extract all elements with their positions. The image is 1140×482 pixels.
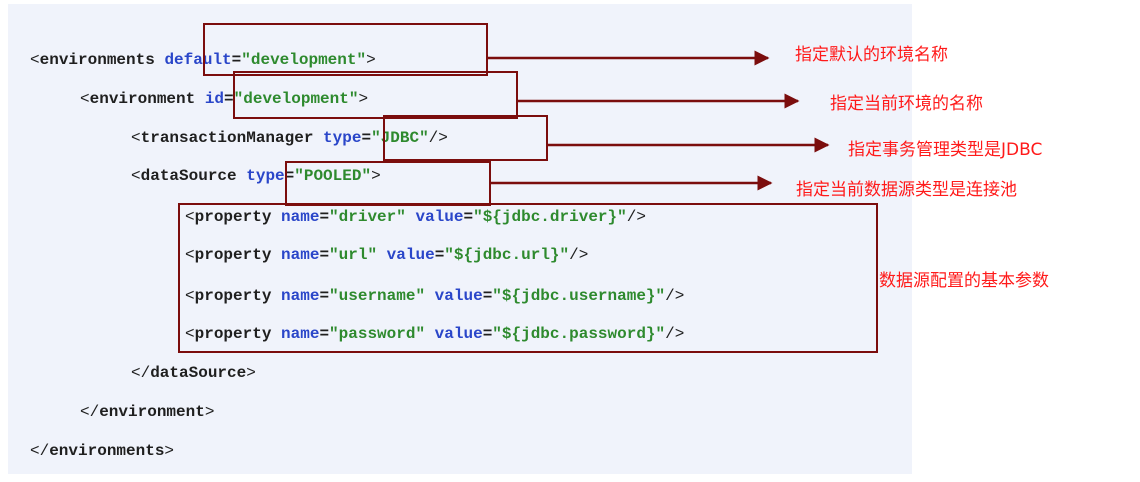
note-ds-type: 指定当前数据源类型是连接池 [796, 180, 1017, 200]
note-current-env: 指定当前环境的名称 [830, 94, 983, 114]
note-tx-type: 指定事务管理类型是JDBC [848, 140, 1043, 160]
note-default-env: 指定默认的环境名称 [795, 45, 948, 65]
annotation-arrows [488, 50, 830, 191]
note-ds-params: 数据源配置的基本参数 [879, 271, 1049, 291]
